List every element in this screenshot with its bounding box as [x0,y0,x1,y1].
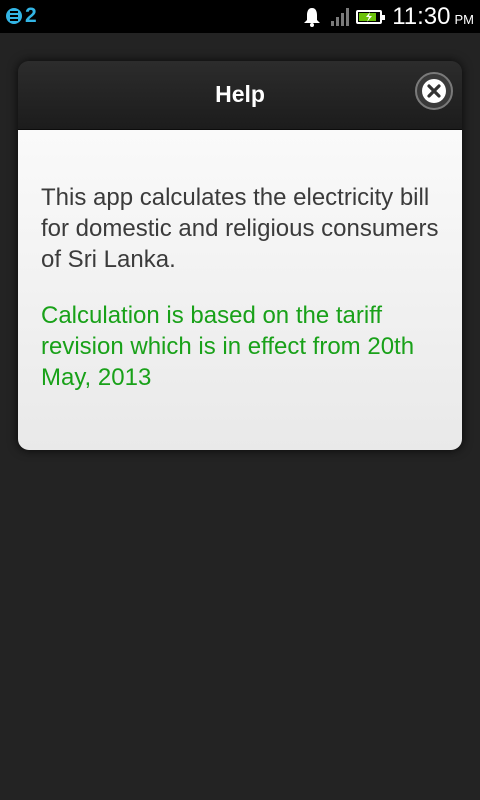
clock: 11:30 PM [392,3,474,31]
status-bar-right: 11:30 PM [303,3,474,31]
tariff-note: Calculation is based on the tariff revis… [41,302,415,391]
bell-icon [304,8,321,27]
battery-charging-icon [356,10,386,24]
status-bar: 2 11:30 PM [0,0,480,33]
help-dialog: Help This app calculates the electricity… [18,61,462,450]
dialog-title: Help [215,81,265,107]
dialog-body: This app calculates the electricity bill… [18,130,462,450]
close-button[interactable] [415,72,453,110]
clock-time: 11:30 [392,3,451,30]
signal-icon [331,8,350,26]
close-icon [422,79,446,103]
help-description: This app calculates the electricity bill… [41,184,439,273]
clock-ampm: PM [454,12,475,27]
status-bar-left: 2 [6,5,37,27]
charging-bolt-icon [366,12,373,22]
notification-badge-icon [6,8,22,24]
dialog-header: Help [18,61,462,130]
notification-count: 2 [25,4,37,27]
